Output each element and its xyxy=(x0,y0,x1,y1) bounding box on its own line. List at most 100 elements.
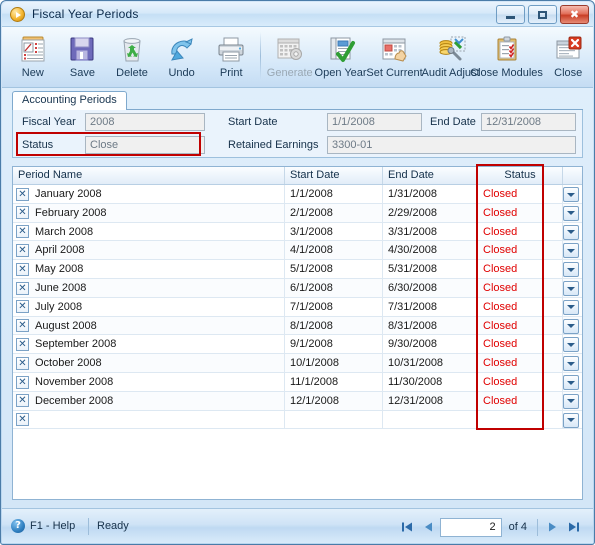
close-button[interactable]: ✖ xyxy=(560,5,589,24)
column-header-start-date[interactable]: Start Date xyxy=(285,167,383,184)
maximize-button[interactable] xyxy=(528,5,557,24)
next-record-icon[interactable] xyxy=(541,517,563,537)
cell-start-date[interactable]: 7/1/2008 xyxy=(285,297,383,316)
cell-period-name[interactable]: December 2008 xyxy=(13,391,285,410)
cell-period-name[interactable]: January 2008 xyxy=(13,185,285,203)
chevron-down-icon[interactable] xyxy=(563,337,579,353)
cell-end-date[interactable]: 7/31/2008 xyxy=(383,297,478,316)
chevron-down-icon[interactable] xyxy=(563,243,579,259)
toolbar-button-print[interactable]: Print xyxy=(206,30,256,85)
table-row[interactable]: ✕ February 2008 2/1/2008 2/29/2008 Closed xyxy=(13,203,582,223)
cell-period-name[interactable]: May 2008 xyxy=(13,260,285,279)
cell-status[interactable]: Closed xyxy=(478,373,563,391)
chevron-down-icon[interactable] xyxy=(563,299,579,315)
chevron-down-icon[interactable] xyxy=(563,412,579,428)
previous-record-icon[interactable] xyxy=(418,517,440,537)
toolbar-button-generate[interactable]: Generate xyxy=(265,30,315,85)
cell-start-date[interactable]: 12/1/2008 xyxy=(285,391,383,410)
table-row[interactable]: ✕ xyxy=(13,410,582,430)
chevron-down-icon[interactable] xyxy=(563,224,579,240)
toolbar-button-new[interactable]: New xyxy=(8,30,58,85)
fiscal-year-input[interactable]: 2008 xyxy=(85,113,205,131)
table-row[interactable]: ✕ November 2008 11/1/2008 11/30/2008 Closed xyxy=(13,373,582,392)
cell-status[interactable]: Closed xyxy=(478,185,563,203)
table-row[interactable]: ✕ May 2008 5/1/2008 5/31/2008 Closed xyxy=(13,260,582,279)
tab-accounting-periods[interactable]: Accounting Periods xyxy=(12,91,127,111)
cell-status[interactable]: Closed xyxy=(478,279,563,297)
cell-end-date[interactable]: 11/30/2008 xyxy=(383,373,478,391)
retained-earnings-input[interactable]: 3300-01 xyxy=(327,136,576,154)
cell-status[interactable] xyxy=(478,410,563,429)
minimize-button[interactable] xyxy=(496,5,525,24)
cell-status[interactable]: Closed xyxy=(478,297,563,316)
status-input[interactable]: Close xyxy=(85,136,205,154)
cell-period-name[interactable]: September 2008 xyxy=(13,335,285,354)
cell-status[interactable]: Closed xyxy=(478,241,563,260)
cell-end-date[interactable]: 10/31/2008 xyxy=(383,354,478,373)
cell-end-date[interactable]: 9/30/2008 xyxy=(383,335,478,354)
table-row[interactable]: ✕ July 2008 7/1/2008 7/31/2008 Closed xyxy=(13,297,582,317)
cell-start-date[interactable]: 9/1/2008 xyxy=(285,335,383,354)
cell-end-date[interactable]: 5/31/2008 xyxy=(383,260,478,279)
cell-period-name[interactable]: April 2008 xyxy=(13,241,285,260)
f1-help-label[interactable]: F1 - Help xyxy=(30,520,75,532)
cell-start-date[interactable]: 1/1/2008 xyxy=(285,185,383,203)
cell-period-name[interactable]: February 2008 xyxy=(13,203,285,222)
cell-end-date[interactable]: 6/30/2008 xyxy=(383,279,478,297)
toolbar-button-set-current[interactable]: Set Current xyxy=(366,30,423,85)
cell-period-name[interactable]: June 2008 xyxy=(13,279,285,297)
cell-end-date[interactable] xyxy=(383,410,478,429)
table-row[interactable]: ✕ March 2008 3/1/2008 3/31/2008 Closed xyxy=(13,222,582,242)
cell-end-date[interactable]: 12/31/2008 xyxy=(383,391,478,410)
cell-start-date[interactable]: 4/1/2008 xyxy=(285,241,383,260)
cell-status[interactable]: Closed xyxy=(478,316,563,335)
cell-start-date[interactable]: 3/1/2008 xyxy=(285,222,383,241)
cell-status[interactable]: Closed xyxy=(478,391,563,410)
cell-start-date[interactable]: 6/1/2008 xyxy=(285,279,383,297)
toolbar-button-close[interactable]: Close xyxy=(543,30,593,85)
table-row[interactable]: ✕ October 2008 10/1/2008 10/31/2008 Closed xyxy=(13,354,582,373)
chevron-down-icon[interactable] xyxy=(563,262,579,278)
table-row[interactable]: ✕ June 2008 6/1/2008 6/30/2008 Closed xyxy=(13,279,582,298)
column-header-status[interactable]: Status xyxy=(478,167,563,184)
toolbar-button-undo[interactable]: Undo xyxy=(157,30,207,85)
chevron-down-icon[interactable] xyxy=(563,375,579,390)
cell-end-date[interactable]: 4/30/2008 xyxy=(383,241,478,260)
cell-end-date[interactable]: 3/31/2008 xyxy=(383,222,478,241)
cell-start-date[interactable]: 5/1/2008 xyxy=(285,260,383,279)
toolbar-button-delete[interactable]: Delete xyxy=(107,30,157,85)
cell-start-date[interactable] xyxy=(285,410,383,429)
chevron-down-icon[interactable] xyxy=(563,281,579,296)
toolbar-button-close-modules[interactable]: Close Modules xyxy=(470,30,543,85)
cell-end-date[interactable]: 2/29/2008 xyxy=(383,203,478,222)
title-bar[interactable]: Fiscal Year Periods ✖ xyxy=(2,2,593,27)
chevron-down-icon[interactable] xyxy=(563,356,579,372)
cell-start-date[interactable]: 11/1/2008 xyxy=(285,373,383,391)
table-row[interactable]: ✕ December 2008 12/1/2008 12/31/2008 Closed xyxy=(13,391,582,411)
table-row[interactable]: ✕ September 2008 9/1/2008 9/30/2008 Closed xyxy=(13,335,582,355)
toolbar-button-save[interactable]: Save xyxy=(58,30,108,85)
toolbar-button-open-year[interactable]: Open Year xyxy=(315,30,367,85)
cell-period-name[interactable]: March 2008 xyxy=(13,222,285,241)
cell-start-date[interactable]: 10/1/2008 xyxy=(285,354,383,373)
cell-start-date[interactable]: 2/1/2008 xyxy=(285,203,383,222)
chevron-down-icon[interactable] xyxy=(563,393,579,409)
last-record-icon[interactable] xyxy=(563,517,585,537)
cell-period-name[interactable]: October 2008 xyxy=(13,354,285,373)
cell-period-name[interactable]: July 2008 xyxy=(13,297,285,316)
table-row[interactable]: ✕ January 2008 1/1/2008 1/31/2008 Closed xyxy=(13,185,582,204)
cell-status[interactable]: Closed xyxy=(478,260,563,279)
current-record-input[interactable]: 2 xyxy=(439,517,502,537)
cell-end-date[interactable]: 1/31/2008 xyxy=(383,185,478,203)
first-record-icon[interactable] xyxy=(396,517,418,537)
chevron-down-icon[interactable] xyxy=(563,187,579,202)
column-header-end-date[interactable]: End Date xyxy=(383,167,478,184)
table-row[interactable]: ✕ April 2008 4/1/2008 4/30/2008 Closed xyxy=(13,241,582,261)
cell-period-name[interactable]: November 2008 xyxy=(13,373,285,391)
table-row[interactable]: ✕ August 2008 8/1/2008 8/31/2008 Closed xyxy=(13,316,582,336)
column-header-period-name[interactable]: Period Name xyxy=(13,167,285,184)
cell-status[interactable]: Closed xyxy=(478,335,563,354)
cell-end-date[interactable]: 8/31/2008 xyxy=(383,316,478,335)
cell-period-name[interactable] xyxy=(13,410,285,429)
question-mark-icon[interactable]: ? xyxy=(11,519,25,533)
